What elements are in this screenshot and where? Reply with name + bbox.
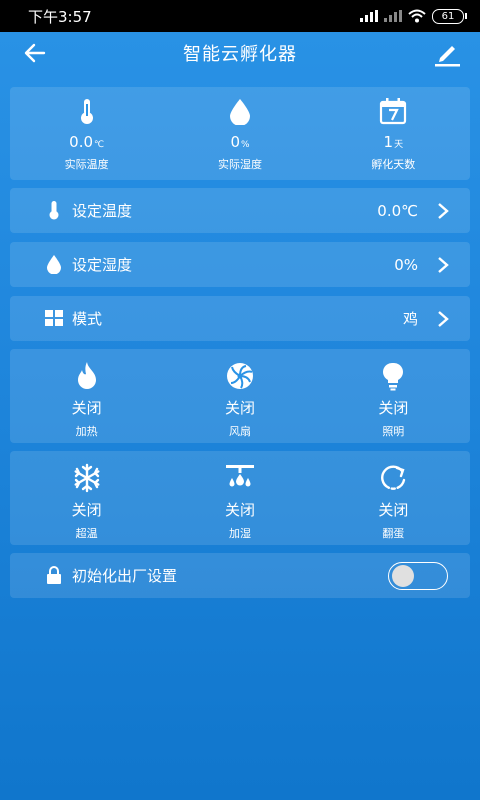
factory-reset-row: 初始化出厂设置 <box>10 553 470 598</box>
rotate-icon <box>381 465 406 490</box>
grid-icon <box>45 310 63 326</box>
stat-actual-humidity: 0% 实际湿度 <box>163 87 316 180</box>
control-humidify[interactable]: 关闭 加湿 <box>163 451 316 545</box>
edit-pencil-icon[interactable] <box>432 38 462 68</box>
status-icons: 61 <box>360 8 467 24</box>
control-fan[interactable]: 关闭 风扇 <box>163 349 316 443</box>
factory-reset-toggle[interactable] <box>388 562 448 590</box>
calendar-icon <box>380 98 407 125</box>
status-time: 下午3:57 <box>28 7 92 26</box>
chevron-right-icon <box>438 257 449 273</box>
chevron-right-icon <box>438 311 449 327</box>
snowflake-icon <box>74 463 100 493</box>
control-state: 关闭 <box>378 501 409 519</box>
stat-label: 实际湿度 <box>217 158 262 171</box>
set-temperature-value: 0.0℃ <box>377 201 418 220</box>
controls-row-1: 关闭 加热 关闭 风扇 关闭 照明 <box>10 349 470 443</box>
control-egg-turning[interactable]: 关闭 翻蛋 <box>317 451 470 545</box>
stat-actual-temperature: 0.0℃ 实际温度 <box>10 87 163 180</box>
chevron-right-icon <box>438 203 449 219</box>
droplet-icon <box>47 255 61 274</box>
controls-row-2: 关闭 超温 关闭 加湿 关闭 翻蛋 <box>10 451 470 545</box>
control-state: 关闭 <box>71 501 102 519</box>
thermometer-icon <box>49 201 59 220</box>
control-heating[interactable]: 关闭 加热 <box>10 349 163 443</box>
control-state: 关闭 <box>71 399 102 417</box>
control-over-temperature[interactable]: 关闭 超温 <box>10 451 163 545</box>
droplet-icon <box>229 99 250 125</box>
bulb-icon <box>383 362 404 391</box>
thermometer-icon <box>80 99 93 124</box>
control-label: 照明 <box>382 425 405 438</box>
control-label: 风扇 <box>228 425 251 438</box>
signal-2-icon <box>384 10 402 22</box>
lock-icon <box>47 566 61 584</box>
control-label: 超温 <box>75 527 98 540</box>
signal-icon <box>360 10 378 22</box>
factory-reset-label: 初始化出厂设置 <box>72 567 178 585</box>
control-label: 翻蛋 <box>382 527 405 540</box>
mode-label: 模式 <box>72 310 103 328</box>
app-header: 智能云孵化器 <box>0 32 480 74</box>
page-title: 智能云孵化器 <box>183 44 297 65</box>
fan-icon <box>226 363 253 389</box>
stat-value: 1天 <box>383 133 404 151</box>
control-label: 加热 <box>75 425 98 438</box>
flame-icon <box>77 362 96 389</box>
toggle-knob <box>392 565 414 587</box>
stats-card: 0.0℃ 实际温度 0% 实际湿度 1天 孵化天数 <box>10 87 470 180</box>
set-temperature-label: 设定温度 <box>72 202 133 220</box>
stat-incubation-days: 1天 孵化天数 <box>317 87 470 180</box>
humidifier-icon <box>225 465 254 487</box>
control-lighting[interactable]: 关闭 照明 <box>317 349 470 443</box>
stat-label: 实际温度 <box>64 158 109 171</box>
mode-value: 鸡 <box>402 310 418 328</box>
back-arrow-icon[interactable] <box>22 40 48 66</box>
control-state: 关闭 <box>224 501 255 519</box>
stat-value: 0% <box>230 133 250 151</box>
stat-value: 0.0℃ <box>69 133 105 151</box>
set-humidity-row[interactable]: 设定湿度 0% <box>10 242 470 287</box>
mode-row[interactable]: 模式 鸡 <box>10 296 470 341</box>
stat-label: 孵化天数 <box>371 158 416 171</box>
control-state: 关闭 <box>378 399 409 417</box>
control-state: 关闭 <box>224 399 255 417</box>
control-label: 加湿 <box>228 527 251 540</box>
set-humidity-value: 0% <box>394 255 418 274</box>
set-temperature-row[interactable]: 设定温度 0.0℃ <box>10 188 470 233</box>
wifi-icon <box>408 9 426 23</box>
status-bar: 下午3:57 61 <box>0 0 480 32</box>
battery-icon: 61 <box>432 8 467 24</box>
set-humidity-label: 设定湿度 <box>72 256 133 274</box>
